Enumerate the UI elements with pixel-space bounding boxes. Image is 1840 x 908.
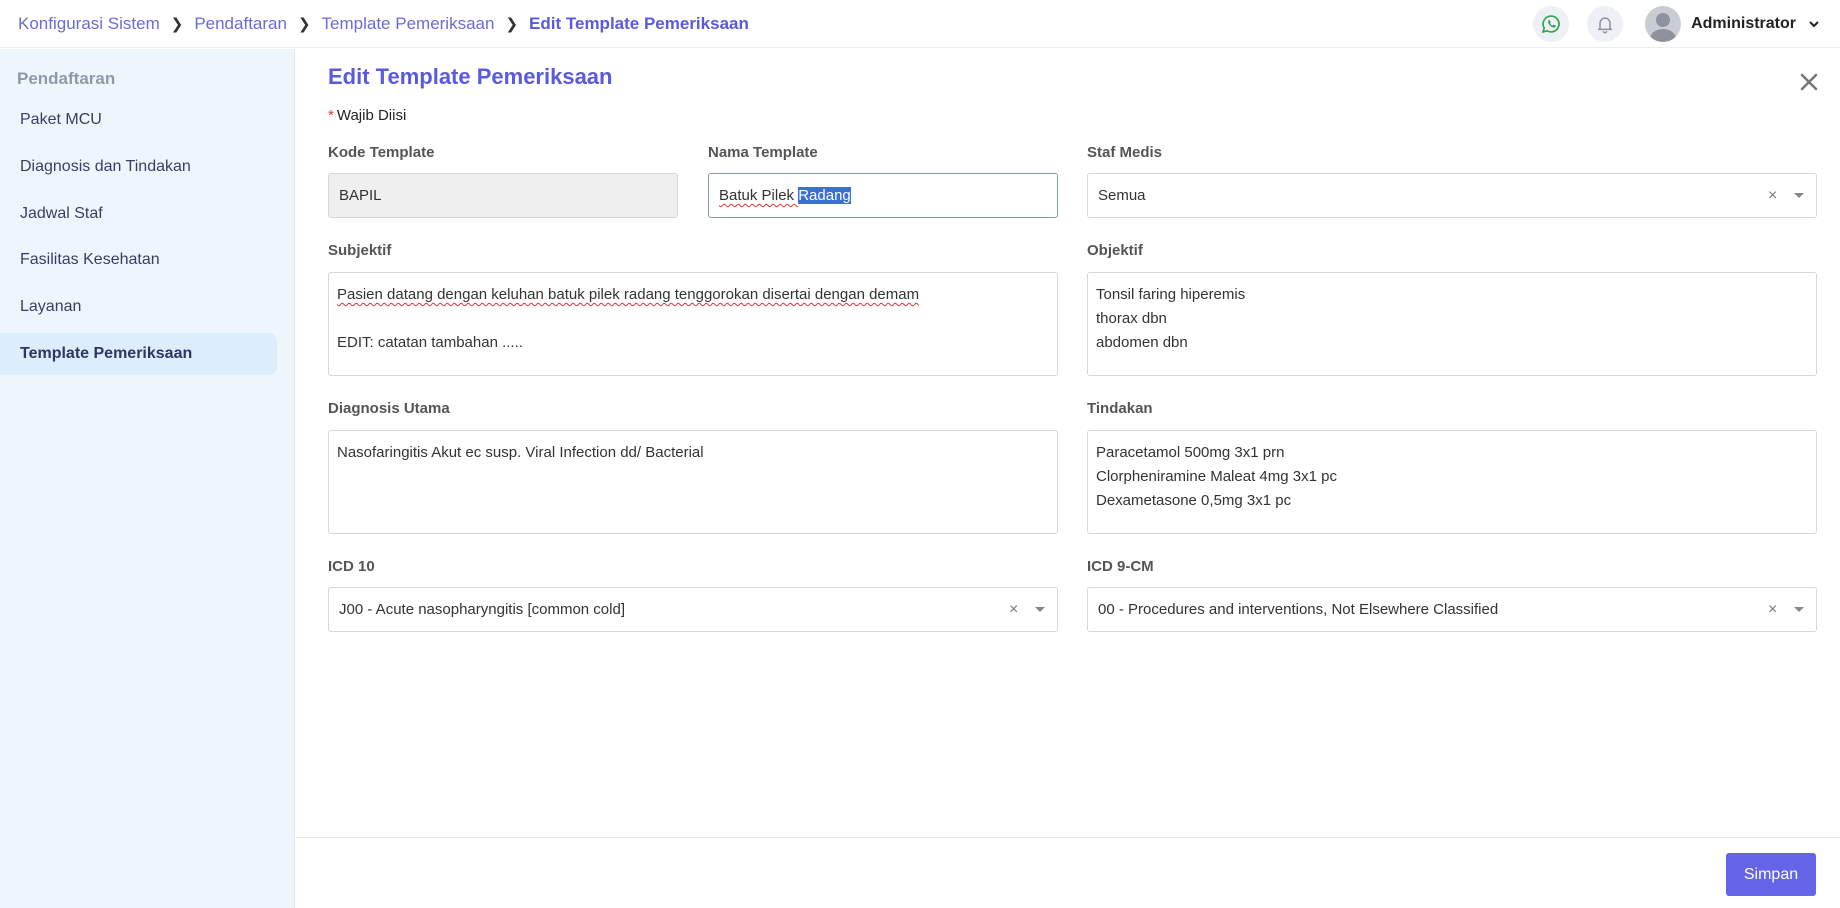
caret-down-icon[interactable] bbox=[1793, 588, 1805, 631]
staf-medis-clear-button[interactable]: × bbox=[1768, 174, 1777, 217]
close-icon bbox=[1800, 73, 1818, 91]
icd10-value: J00 - Acute nasopharyngitis [common cold… bbox=[339, 601, 625, 618]
whatsapp-button[interactable] bbox=[1533, 6, 1570, 42]
breadcrumb: Konfigurasi Sistem ❯ Pendaftaran ❯ Templ… bbox=[0, 14, 749, 34]
breadcrumb-template-pemeriksaan[interactable]: Template Pemeriksaan bbox=[322, 14, 495, 34]
nama-template-plain-text: Batuk Pilek bbox=[719, 187, 799, 204]
sidebar-item-jadwal-staf[interactable]: Jadwal Staf bbox=[0, 193, 277, 235]
required-note: * Wajib Diisi bbox=[328, 107, 406, 124]
breadcrumb-pendaftaran[interactable]: Pendaftaran bbox=[194, 14, 287, 34]
objektif-textarea[interactable]: Tonsil faring hiperemis thorax dbn abdom… bbox=[1087, 272, 1817, 376]
subjektif-line: EDIT: catatan tambahan ..... bbox=[337, 334, 523, 351]
sidebar-item-label: Fasilitas Kesehatan bbox=[20, 251, 160, 268]
whatsapp-icon bbox=[1541, 15, 1560, 34]
caret-down-icon[interactable] bbox=[1793, 174, 1805, 217]
tindakan-text: Paracetamol 500mg 3x1 prn Clorpheniramin… bbox=[1096, 441, 1808, 513]
tindakan-line: Paracetamol 500mg 3x1 prn bbox=[1096, 444, 1285, 461]
tindakan-label: Tindakan bbox=[1087, 400, 1153, 417]
icd10-label: ICD 10 bbox=[328, 558, 375, 575]
tindakan-line: Dexametasone 0,5mg 3x1 pc bbox=[1096, 492, 1292, 509]
sidebar-item-layanan[interactable]: Layanan bbox=[0, 286, 277, 328]
breadcrumb-current: Edit Template Pemeriksaan bbox=[529, 13, 749, 33]
objektif-line: Tonsil faring hiperemis bbox=[1096, 286, 1246, 303]
subjektif-text: Pasien datang dengan keluhan batuk pilek… bbox=[337, 283, 1049, 355]
kode-template-label: Kode Template bbox=[328, 144, 435, 161]
sidebar-title: Pendaftaran bbox=[17, 69, 116, 88]
objektif-label: Objektif bbox=[1087, 242, 1143, 259]
nama-template-label: Nama Template bbox=[708, 144, 818, 161]
required-star: * bbox=[328, 107, 334, 124]
sidebar-item-paket-mcu[interactable]: Paket MCU bbox=[0, 99, 277, 141]
header-actions: Administrator bbox=[1515, 0, 1820, 48]
diagnosis-utama-textarea[interactable]: Nasofaringitis Akut ec susp. Viral Infec… bbox=[328, 430, 1058, 534]
nama-template-value: Batuk Pilek Radang bbox=[719, 174, 851, 217]
avatar[interactable] bbox=[1645, 6, 1682, 42]
sidebar-item-label: Template Pemeriksaan bbox=[20, 345, 193, 362]
staf-medis-label: Staf Medis bbox=[1087, 144, 1163, 161]
subjektif-label: Subjektif bbox=[328, 242, 392, 259]
form-footer: Simpan bbox=[296, 837, 1840, 908]
icd9-clear-button[interactable]: × bbox=[1768, 588, 1777, 631]
breadcrumb-konfigurasi-sistem[interactable]: Konfigurasi Sistem bbox=[18, 14, 160, 34]
objektif-line: abdomen dbn bbox=[1096, 334, 1188, 351]
icd9-label: ICD 9-CM bbox=[1087, 558, 1154, 575]
icd10-clear-button[interactable]: × bbox=[1009, 588, 1018, 631]
tindakan-textarea[interactable]: Paracetamol 500mg 3x1 prn Clorpheniramin… bbox=[1087, 430, 1817, 534]
user-name[interactable]: Administrator bbox=[1691, 15, 1796, 33]
icd9-value: 00 - Procedures and interventions, Not E… bbox=[1098, 601, 1499, 618]
subjektif-textarea[interactable]: Pasien datang dengan keluhan batuk pilek… bbox=[328, 272, 1058, 376]
staf-medis-value: Semua bbox=[1098, 187, 1146, 204]
sidebar-item-template-pemeriksaan[interactable]: Template Pemeriksaan bbox=[0, 333, 277, 375]
nama-template-input[interactable]: Batuk Pilek Radang bbox=[708, 173, 1058, 218]
sidebar-item-label: Jadwal Staf bbox=[20, 205, 103, 222]
chevron-right-icon: ❯ bbox=[170, 15, 184, 33]
sidebar-item-diagnosis-dan-tindakan[interactable]: Diagnosis dan Tindakan bbox=[0, 146, 277, 188]
sidebar-item-label: Layanan bbox=[20, 298, 82, 315]
chevron-right-icon: ❯ bbox=[505, 15, 519, 33]
kode-template-value: BAPIL bbox=[339, 187, 382, 204]
required-note-text: Wajib Diisi bbox=[336, 107, 407, 124]
nama-template-selected-text: Radang bbox=[798, 187, 851, 204]
top-bar: Konfigurasi Sistem ❯ Pendaftaran ❯ Templ… bbox=[0, 0, 1840, 48]
subjektif-line: Pasien datang dengan keluhan batuk pilek… bbox=[337, 286, 920, 303]
sidebar-item-label: Paket MCU bbox=[20, 111, 102, 128]
kode-template-input[interactable]: BAPIL bbox=[328, 173, 678, 218]
bell-icon bbox=[1598, 17, 1613, 34]
icd10-select[interactable]: J00 - Acute nasopharyngitis [common cold… bbox=[328, 587, 1058, 632]
page-title: Edit Template Pemeriksaan bbox=[328, 64, 613, 89]
main-content: Edit Template Pemeriksaan * Wajib Diisi K… bbox=[296, 49, 1840, 908]
diagnosis-utama-label: Diagnosis Utama bbox=[328, 400, 450, 417]
staf-medis-select[interactable]: Semua × bbox=[1087, 173, 1817, 218]
chevron-down-icon[interactable] bbox=[1808, 18, 1820, 30]
close-button[interactable] bbox=[1796, 69, 1822, 95]
notification-button[interactable] bbox=[1587, 6, 1624, 42]
sidebar-item-label: Diagnosis dan Tindakan bbox=[20, 158, 191, 175]
save-button[interactable]: Simpan bbox=[1726, 853, 1816, 896]
caret-down-icon[interactable] bbox=[1034, 588, 1046, 631]
diagnosis-utama-text: Nasofaringitis Akut ec susp. Viral Infec… bbox=[337, 441, 1049, 465]
objektif-text: Tonsil faring hiperemis thorax dbn abdom… bbox=[1096, 283, 1808, 355]
subjektif-line bbox=[337, 307, 1049, 331]
chevron-right-icon: ❯ bbox=[297, 15, 311, 33]
sidebar: Pendaftaran Paket MCU Diagnosis dan Tind… bbox=[0, 49, 295, 908]
diagnosis-utama-line: Nasofaringitis Akut ec susp. Viral Infec… bbox=[337, 444, 704, 461]
sidebar-item-fasilitas-kesehatan[interactable]: Fasilitas Kesehatan bbox=[0, 239, 277, 281]
tindakan-line: Clorpheniramine Maleat 4mg 3x1 pc bbox=[1096, 468, 1337, 485]
objektif-line: thorax dbn bbox=[1096, 310, 1167, 327]
icd9-select[interactable]: 00 - Procedures and interventions, Not E… bbox=[1087, 587, 1817, 632]
